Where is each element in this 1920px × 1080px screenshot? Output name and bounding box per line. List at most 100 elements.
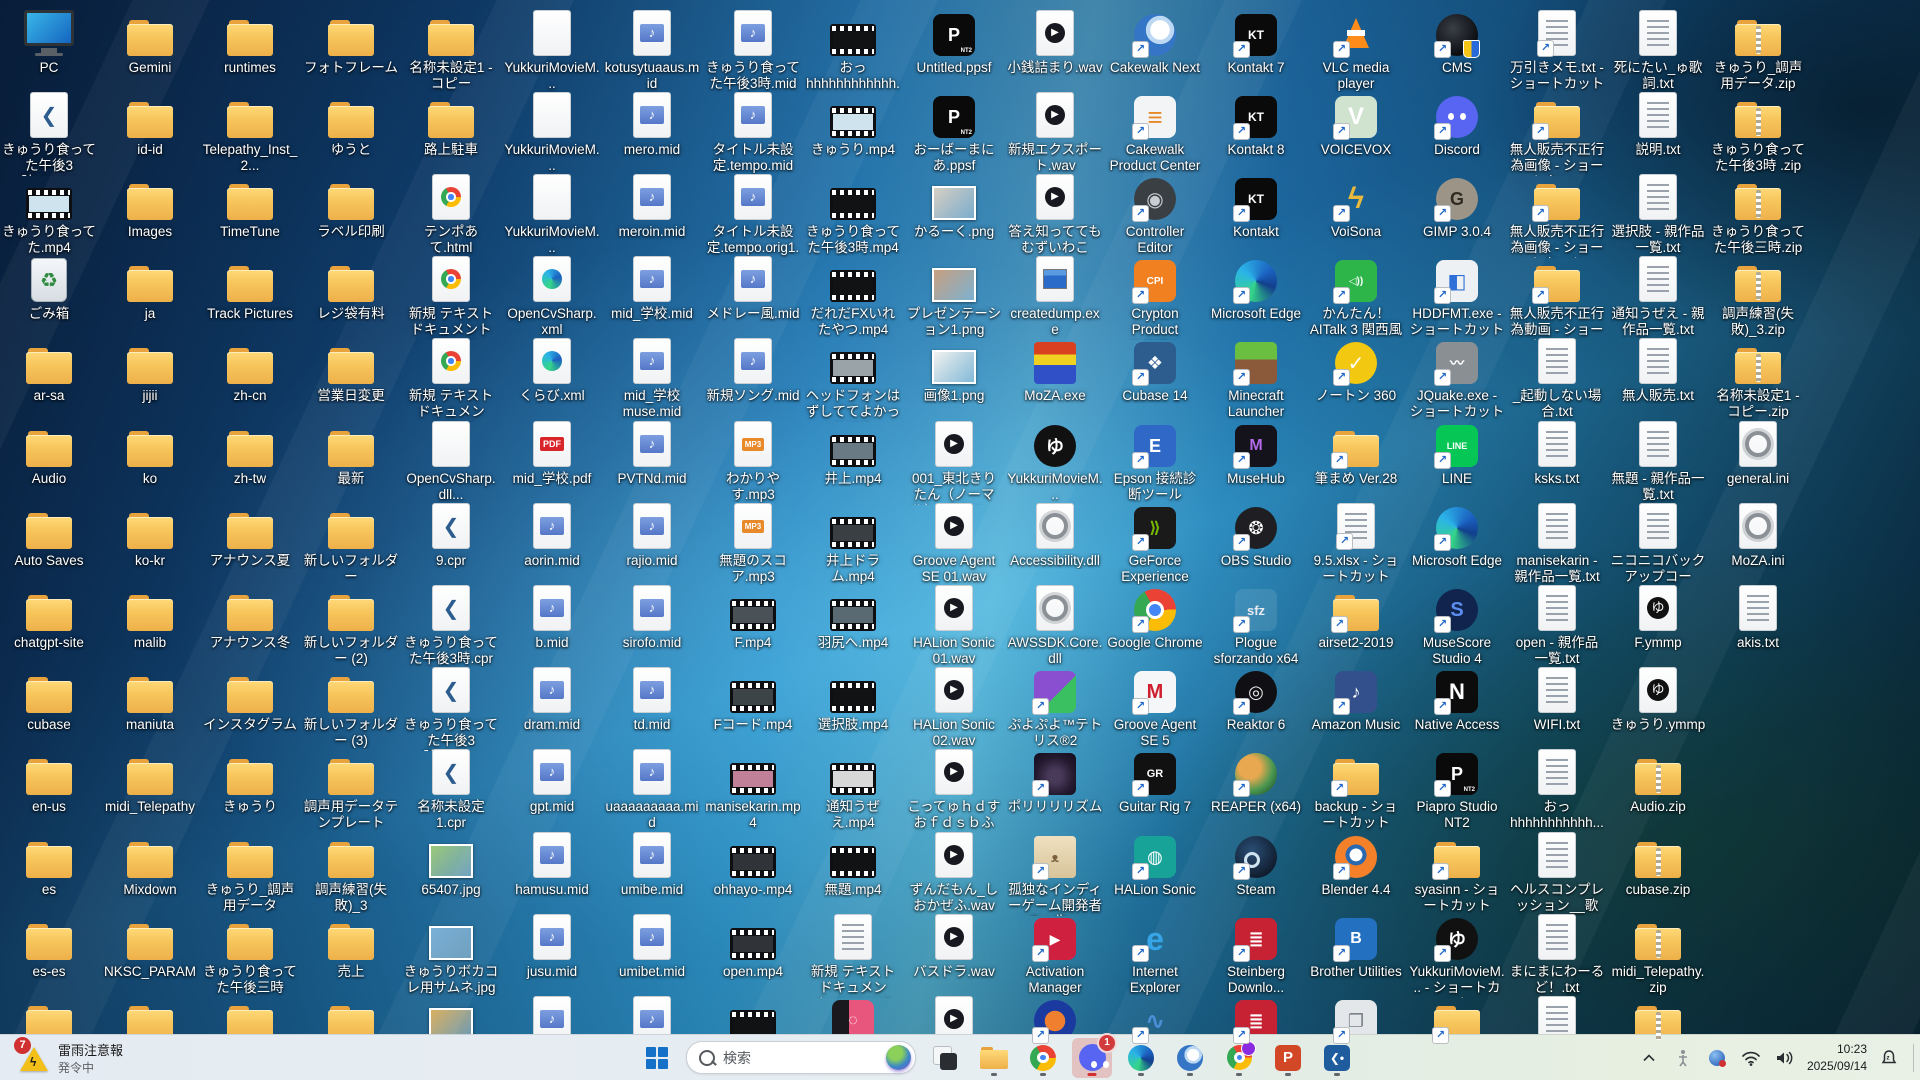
desktop-icon[interactable]: ↗ Discord [1409,90,1505,158]
desktop-icon[interactable]: ♪ sirofo.mid [604,583,700,651]
desktop-icon[interactable]: MP3 わかりやす.mp3 [705,419,801,503]
desktop-icon[interactable]: ja [102,254,198,322]
desktop-icon[interactable]: ♪ jusu.mid [504,912,600,980]
desktop-icon[interactable]: 新しいフォルダー (2) [303,583,399,667]
desktop-icon[interactable]: midi_Telepathy [102,747,198,815]
desktop-icon[interactable]: es [1,830,97,898]
desktop-icon[interactable]: S↗ MuseScore Studio 4 [1409,583,1505,667]
desktop-icon[interactable]: ↗ Steam [1208,830,1304,898]
desktop-icon[interactable]: きゅうり食ってた午後3時 .zip [1710,90,1806,174]
desktop-icon[interactable]: ❮ 名称未設定1.cpr [403,747,499,831]
desktop-icon[interactable]: PNT2 Untitled.ppsf [906,8,1002,76]
desktop-icon[interactable]: ↗ 9.5.xlsx - ショートカット [1308,501,1404,585]
desktop-icon[interactable]: GR↗ Guitar Rig 7 [1107,747,1203,815]
tray-accessibility-icon[interactable] [1671,1044,1695,1072]
desktop-icon[interactable]: 調声用データテンプレート [303,747,399,831]
desktop-icon[interactable]: PDF mid_学校.pdf [504,419,600,487]
desktop-icon[interactable]: ▶ 001_東北きりたん（ノーマル）_今じゃ... [906,419,1002,505]
desktop-icon[interactable]: 売上 [303,912,399,980]
start-button[interactable] [637,1038,677,1078]
desktop-icon[interactable]: きゅうり_調声用データ.zip [1710,8,1806,92]
desktop-icon[interactable]: ϟ↗ VoiSona [1308,172,1404,240]
desktop-icon[interactable]: 画像1.png [906,336,1002,404]
taskbar-search-input[interactable]: 検索 [686,1041,916,1074]
taskbar-icon-cakewalk-app[interactable] [1170,1038,1210,1078]
desktop-icon[interactable]: Telepathy_Inst_2... [202,90,298,174]
desktop-icon[interactable]: ↗ 無人販売不正行為画像 - ショートカッ... [1509,90,1605,176]
desktop-icon[interactable]: ❂↗ OBS Studio [1208,501,1304,569]
desktop-icon[interactable]: es-es [1,912,97,980]
desktop-icon[interactable]: ↗ Microsoft Edge [1409,501,1505,569]
desktop-icon[interactable]: ♪ メドレー風.mid [705,254,801,322]
desktop-icon[interactable]: id-id [102,90,198,158]
desktop-icon[interactable]: ♪ mero.mid [604,90,700,158]
desktop-icon[interactable]: Audio.zip [1610,747,1706,815]
desktop-icon[interactable]: PNT2↗ Piapro Studio NT2 [1409,747,1505,831]
taskbar-weather-widget[interactable]: 7 ϟ 雷雨注意報 発令中 [10,1039,131,1076]
desktop-icon[interactable]: 名称未設定1 - コピー.zip [1710,336,1806,420]
desktop-icon[interactable]: ▶ HALion Sonic 01.wav [906,583,1002,667]
desktop-icon[interactable]: ohhayo-.mp4 [705,830,801,898]
desktop-icon[interactable]: jijii [102,336,198,404]
desktop-icon[interactable]: アナウンス夏 [202,501,298,569]
desktop-icon[interactable]: 調声練習(失敗)_3.zip [1710,254,1806,338]
desktop-icon[interactable]: ↗ Minecraft Launcher [1208,336,1304,420]
desktop-icon[interactable]: ♪ タイトル未設定.tempo.mid [705,90,801,174]
show-desktop-divider[interactable] [1913,1044,1914,1072]
desktop-icon[interactable]: ▶ 小銭詰まり.wav [1007,8,1103,76]
desktop-icon[interactable]: ♪ kotusytuaaus.mid [604,8,700,92]
desktop-icon[interactable]: ◁))↗ かんたん！ AITalk 3 関西風 [1308,254,1404,338]
desktop-icon[interactable]: 名称未設定1 - コピー [403,8,499,92]
desktop-icon[interactable]: ↗ 万引きメモ.txt - ショートカット [1509,8,1605,92]
desktop-icon[interactable]: 説明.txt [1610,90,1706,158]
desktop-icon[interactable]: manisekarin.mp4 [705,747,801,831]
desktop-icon[interactable]: おっhhhhhhhhhhhh... [805,8,901,94]
desktop-icon[interactable]: だれだFXいれたやつ.mp4 [805,254,901,338]
desktop-icon[interactable]: 新しいフォルダー [303,501,399,585]
desktop-icon[interactable]: MoZA.ini [1710,501,1806,569]
desktop-icon[interactable]: general.ini [1710,419,1806,487]
desktop-icon[interactable]: 選択肢.mp4 [805,665,901,733]
desktop-icon[interactable]: きゅうり食ってた.mp4 [1,172,97,256]
desktop-icon[interactable]: ar-sa [1,336,97,404]
desktop-icon[interactable]: ≡↗ Cakewalk Product Center [1107,90,1203,174]
taskbar-icon-powerpoint[interactable]: P [1268,1038,1308,1078]
desktop-icon[interactable]: 新しいフォルダー (3) [303,665,399,749]
desktop-icon[interactable]: ⟫↗ GeForce Experience [1107,501,1203,585]
tray-wifi-icon[interactable] [1739,1044,1763,1072]
desktop-icon[interactable]: ▶ 答え知っててもむずいわこれ.wav [1007,172,1103,258]
desktop-icon[interactable]: ♪ rajio.mid [604,501,700,569]
desktop-icon[interactable]: Gemini [102,8,198,76]
desktop-icon[interactable]: ✓↗ ノートン 360 [1308,336,1404,404]
desktop-icon[interactable]: ゆ↗ YukkuriMovieM... - ショートカット [1409,912,1505,998]
desktop-icon[interactable]: ♪↗ Amazon Music [1308,665,1404,733]
desktop-icon[interactable]: ↗ Cakewalk Next [1107,8,1203,76]
desktop-icon[interactable]: AWSSDK.Core.dll [1007,583,1103,667]
desktop-icon[interactable]: 新規 テキスト ドキュメント.html [403,336,499,422]
desktop-icon[interactable]: malib [102,583,198,651]
desktop-icon[interactable]: アナウンス冬 [202,583,298,651]
desktop-icon[interactable]: ↗ CMS [1409,8,1505,76]
desktop-icon[interactable]: ゆ YukkuriMovieM... [1007,419,1103,503]
desktop-icon[interactable]: きゅうり_調声用データ [202,830,298,914]
desktop-icon[interactable]: かるーく.png [906,172,1002,240]
desktop-icon[interactable]: ≣↗ Steinberg Downlo... [1208,912,1304,996]
desktop-icon[interactable]: 新規 テキスト ドキュメント (2).html [403,254,499,340]
desktop-icon[interactable]: maniuta [102,665,198,733]
desktop-icon[interactable]: en-us [1,747,97,815]
desktop-icon[interactable]: zh-cn [202,336,298,404]
desktop-icon[interactable]: Audio [1,419,97,487]
desktop-icon[interactable]: ↗ REAPER (x64) [1208,747,1304,815]
desktop-icon[interactable]: 65407.jpg [403,830,499,898]
desktop-icon[interactable]: くらび.xml [504,336,600,404]
tray-notification-bell-icon[interactable]: z [1877,1044,1901,1072]
desktop-icon[interactable]: open - 親作品一覧.txt [1509,583,1605,667]
desktop-icon[interactable]: CPI↗ Crypton Product Installer [1107,254,1203,340]
desktop-icon[interactable]: F.mp4 [705,583,801,651]
desktop-icon[interactable]: V↗ VOICEVOX [1308,90,1404,158]
desktop-icon[interactable]: 無人販売.txt [1610,336,1706,404]
tray-app-blue-icon[interactable] [1705,1044,1729,1072]
desktop-icon[interactable]: テンポあて.html [403,172,499,256]
desktop-icon[interactable]: KT↗ Kontakt 7 [1208,8,1304,76]
desktop-icon[interactable]: ↗ backup - ショートカット [1308,747,1404,831]
